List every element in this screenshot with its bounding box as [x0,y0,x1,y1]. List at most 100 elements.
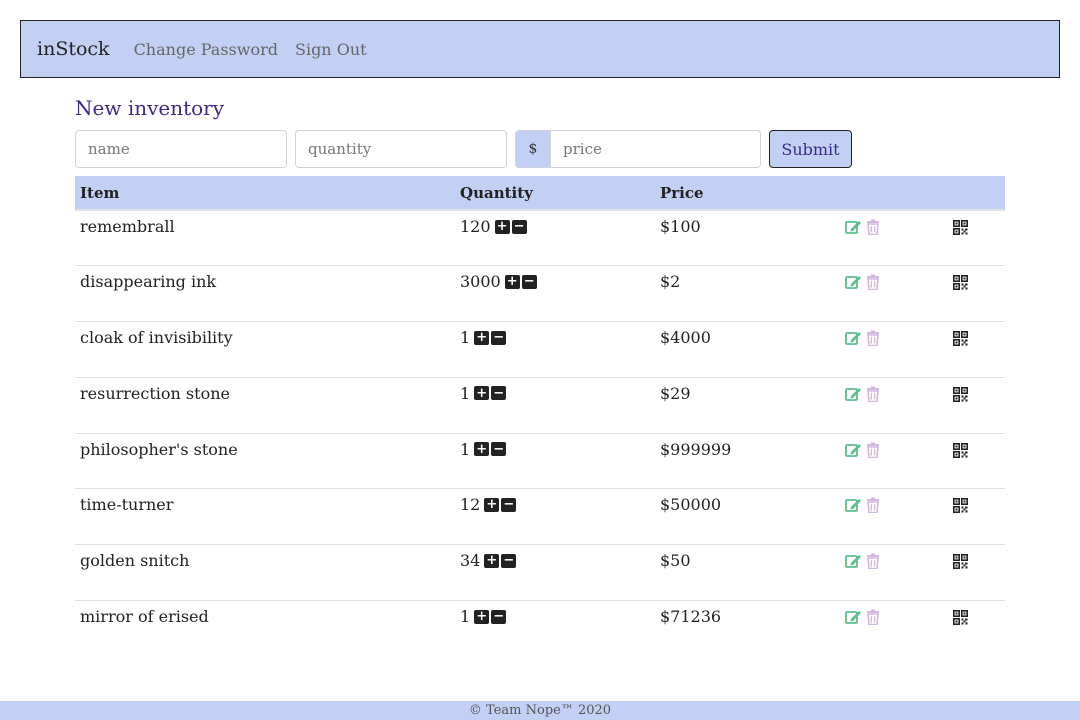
item-cell: remembrall [75,210,455,266]
item-name: golden snitch [80,551,190,571]
qr-code-icon[interactable] [953,275,969,294]
plus-square-icon[interactable]: + [504,274,520,289]
table-row: golden snitch 34 + − $50 [75,544,1005,601]
inventory-table: Item Quantity Price remembrall 120 + − $100 d… [75,176,1005,657]
quantity-value: 1 [460,383,471,403]
quantity-input[interactable] [295,130,507,168]
qr-code-icon[interactable] [953,442,969,462]
quantity-cell: 1 + − [455,600,655,657]
minus-square-icon[interactable]: − [501,553,517,568]
edit-icon[interactable] [845,497,862,517]
plus-square-icon[interactable]: + [494,219,510,234]
new-inventory-form: $ Submit [75,130,875,168]
plus-square-icon[interactable]: + [474,609,490,624]
trash-icon[interactable] [866,274,880,294]
actions-cell [840,321,948,378]
submit-button[interactable]: Submit [769,130,852,168]
minus-square-icon[interactable]: − [491,442,507,457]
minus-square-icon[interactable]: − [501,497,517,512]
price-cell: $4000 [655,321,840,378]
quantity-controls: 1 + − [460,607,507,627]
quantity-cell: 34 + − [455,544,655,601]
table-body: remembrall 120 + − $100 disappearing ink 3000 +… [75,210,1005,657]
quantity-value: 1 [460,607,471,627]
actions-cell [840,488,948,545]
trash-icon[interactable] [866,442,880,462]
item-cell: mirror of erised [75,600,455,657]
footer: © Team Nope™ 2020 [0,701,1080,720]
name-input[interactable] [75,130,287,168]
qr-cell [948,265,1005,322]
item-name: remembrall [80,217,175,236]
plus-square-icon[interactable]: + [474,386,490,401]
price-cell: $50 [655,544,840,601]
edit-icon[interactable] [845,386,862,406]
header-price: Price [655,176,840,211]
quantity-cell: 12 + − [455,488,655,545]
quantity-controls: 12 + − [460,495,517,514]
plus-square-icon[interactable]: + [484,497,500,512]
qr-code-icon[interactable] [953,610,969,629]
trash-icon[interactable] [866,553,880,573]
edit-icon[interactable] [845,330,862,350]
item-name: disappearing ink [80,272,217,292]
item-name: mirror of erised [80,607,209,627]
edit-icon[interactable] [845,442,862,462]
sign-out-link[interactable]: Sign Out [295,40,367,59]
trash-icon[interactable] [866,386,880,406]
quantity-value: 1 [460,439,471,459]
edit-icon[interactable] [845,274,862,294]
qr-code-icon[interactable] [953,331,969,350]
quantity-cell: 120 + − [455,210,655,266]
edit-icon[interactable] [845,219,862,239]
header-quantity: Quantity [455,176,655,211]
trash-icon[interactable] [866,330,880,350]
change-password-link[interactable]: Change Password [134,40,278,59]
price-value: $4000 [660,328,711,348]
qr-cell [948,376,1005,434]
table-row: philosopher's stone 1 + − $999999 [75,432,1005,489]
edit-icon[interactable] [845,609,862,629]
trash-icon[interactable] [866,219,880,239]
plus-square-icon[interactable]: + [474,330,490,345]
table-row: time-turner 12 + − $50000 [75,488,1005,545]
quantity-cell: 1 + − [455,376,655,434]
item-cell: disappearing ink [75,265,455,322]
price-cell: $50000 [655,488,840,545]
price-value: $999999 [660,439,732,459]
actions-cell [840,600,948,657]
price-cell: $29 [655,376,840,434]
qr-code-icon[interactable] [953,554,969,573]
header-actions [840,176,948,211]
quantity-controls: 1 + − [460,383,507,403]
actions-cell [840,376,948,434]
quantity-value: 3000 [460,272,501,292]
header-item: Item [75,176,455,211]
table-row: cloak of invisibility 1 + − $4000 [75,321,1005,378]
minus-square-icon[interactable]: − [521,274,537,289]
trash-icon[interactable] [866,497,880,517]
table-row: disappearing ink 3000 + − $2 [75,265,1005,322]
minus-square-icon[interactable]: − [491,609,507,624]
plus-square-icon[interactable]: + [474,442,490,457]
qr-code-icon[interactable] [953,220,969,239]
table-row: remembrall 120 + − $100 [75,210,1005,266]
table-header-row: Item Quantity Price [75,176,1005,211]
edit-icon[interactable] [845,553,862,573]
minus-square-icon[interactable]: − [491,330,507,345]
minus-square-icon[interactable]: − [511,219,527,234]
price-input[interactable] [550,130,761,168]
item-cell: time-turner [75,488,455,545]
price-cell: $999999 [655,432,840,489]
quantity-value: 1 [460,328,471,348]
quantity-controls: 1 + − [460,328,507,348]
trash-icon[interactable] [866,609,880,629]
plus-square-icon[interactable]: + [484,553,500,568]
qr-code-icon[interactable] [953,386,969,406]
quantity-cell: 3000 + − [455,265,655,322]
brand-logo[interactable]: inStock [37,38,110,60]
new-inventory-title: New inventory [75,96,225,120]
item-cell: golden snitch [75,544,455,601]
qr-code-icon[interactable] [953,498,969,517]
minus-square-icon[interactable]: − [491,386,507,401]
